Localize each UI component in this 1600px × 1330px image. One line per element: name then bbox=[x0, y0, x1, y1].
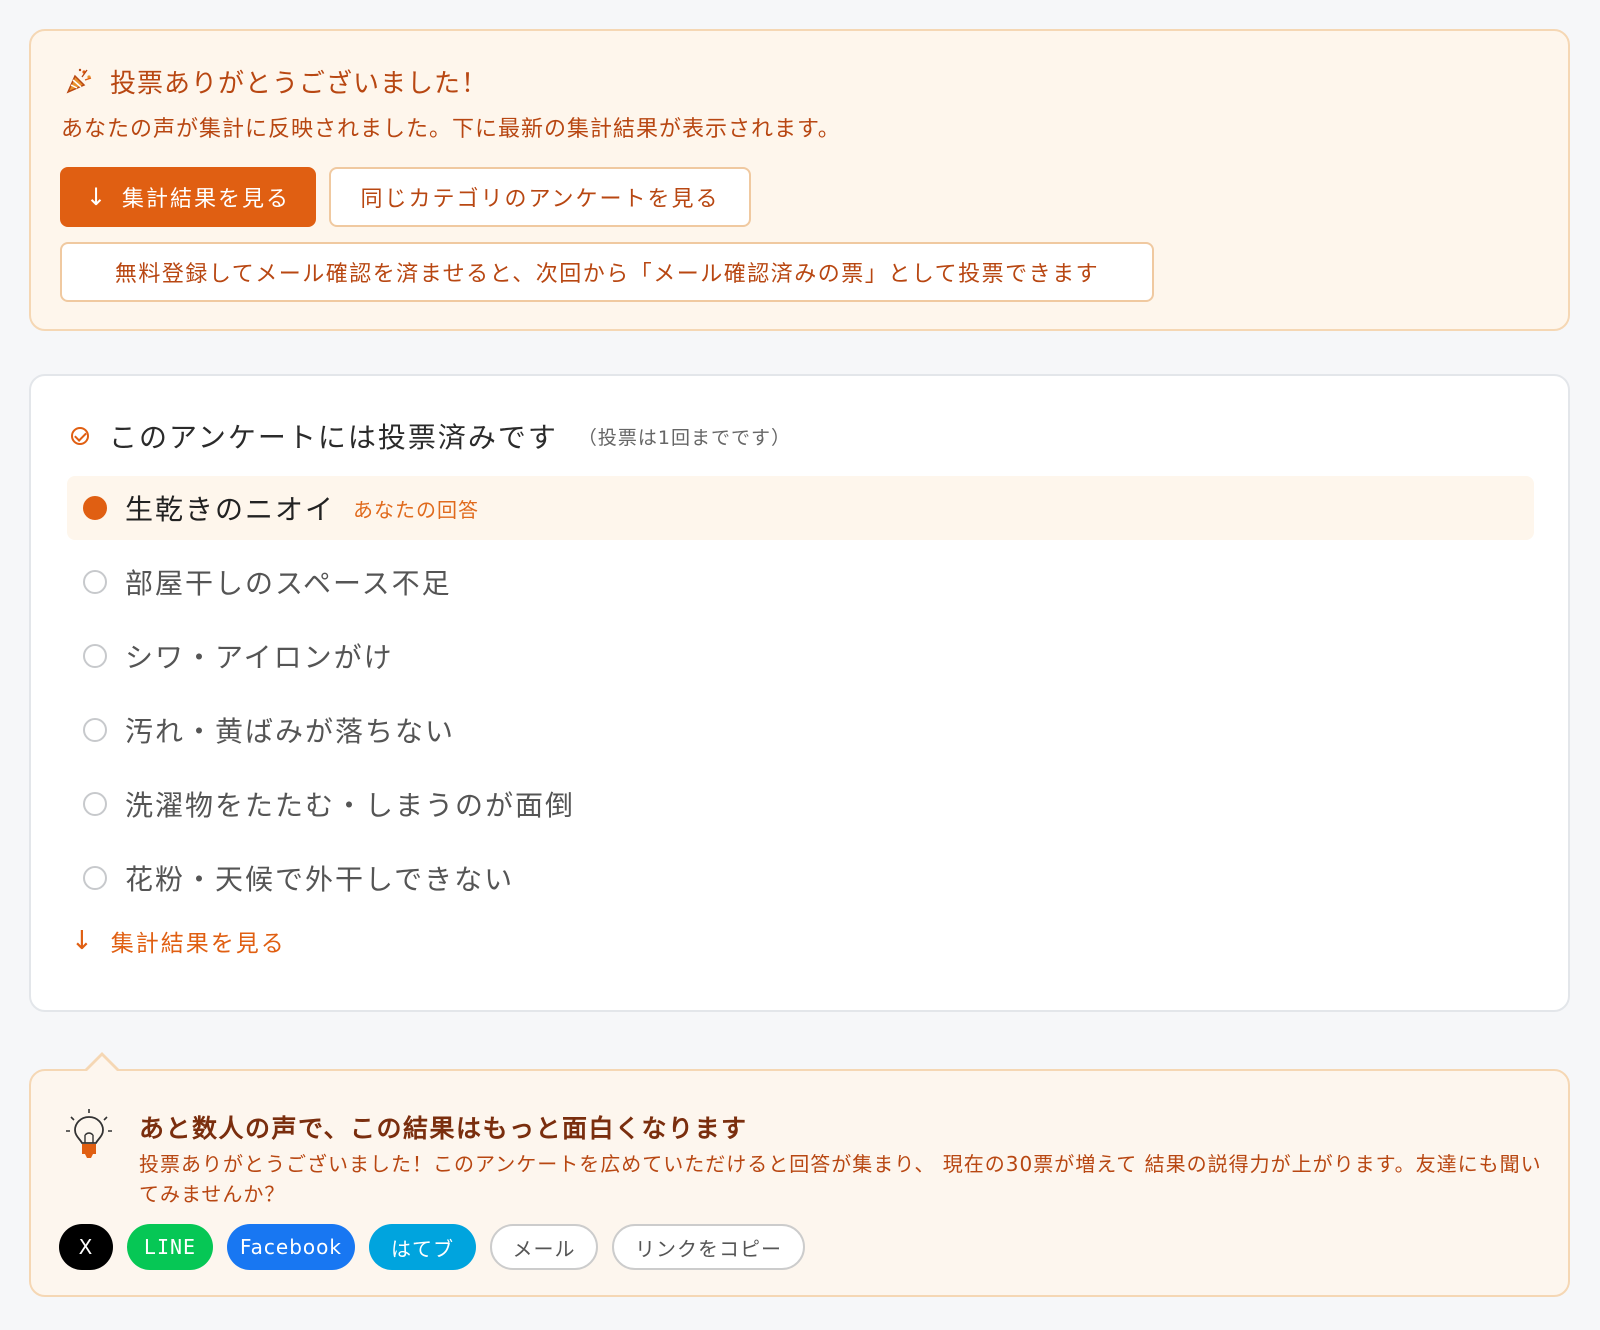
arrow-down-icon: ↓ bbox=[71, 926, 95, 956]
share-line-button[interactable]: LINE bbox=[127, 1224, 213, 1270]
radio-selected[interactable] bbox=[83, 496, 107, 520]
lightbulb-icon bbox=[66, 1109, 112, 1158]
poll-options: 生乾きのニオイ あなたの回答 部屋干しのスペース不足 シワ・アイロンがけ 汚れ・… bbox=[67, 476, 1534, 920]
share-card: あと数人の声で、この結果はもっと面白くなります 投票ありがとうございました！この… bbox=[29, 1069, 1570, 1297]
option-label: 洗濯物をたたむ・しまうのが面倒 bbox=[125, 789, 576, 822]
share-body: 投票ありがとうございました！このアンケートを広めていただけると回答が集まり、 現… bbox=[139, 1152, 1542, 1206]
same-category-label: 同じカテゴリのアンケートを見る bbox=[360, 187, 720, 212]
results-link-label: 集計結果を見る bbox=[110, 931, 286, 957]
poll-option[interactable]: シワ・アイロンがけ bbox=[67, 624, 1534, 688]
share-card-pointer-fill bbox=[86, 1056, 118, 1072]
radio[interactable] bbox=[83, 792, 107, 816]
poll-option[interactable]: 部屋干しのスペース不足 bbox=[67, 550, 1534, 614]
voted-status: このアンケートには投票済みです （投票は1回までです） bbox=[71, 416, 791, 456]
share-x-button[interactable]: X bbox=[59, 1224, 113, 1270]
poll-option[interactable]: 洗濯物をたたむ・しまうのが面倒 bbox=[67, 772, 1534, 836]
check-circle-icon bbox=[71, 427, 89, 445]
voted-note: （投票は1回までです） bbox=[577, 426, 791, 449]
same-category-button[interactable]: 同じカテゴリのアンケートを見る bbox=[329, 167, 751, 227]
share-hatena-button[interactable]: はてブ bbox=[369, 1224, 476, 1270]
share-title: あと数人の声で、この結果はもっと面白くなります bbox=[139, 1114, 748, 1143]
option-label: 部屋干しのスペース不足 bbox=[125, 567, 452, 600]
thanks-heading: 投票ありがとうございました！ bbox=[64, 63, 488, 99]
option-label: 花粉・天候で外干しできない bbox=[125, 863, 515, 896]
option-label: 汚れ・黄ばみが落ちない bbox=[125, 715, 456, 748]
share-buttons: X LINE Facebook はてブ メール リンクをコピー bbox=[59, 1224, 805, 1270]
poll-card: このアンケートには投票済みです （投票は1回までです） 生乾きのニオイ あなたの… bbox=[29, 374, 1570, 1012]
option-label: シワ・アイロンがけ bbox=[125, 641, 394, 674]
view-results-button[interactable]: ↓ 集計結果を見る bbox=[60, 167, 316, 227]
thanks-title: 投票ありがとうございました！ bbox=[110, 68, 489, 99]
radio[interactable] bbox=[83, 570, 107, 594]
register-button[interactable]: 無料登録してメール確認を済ませると、次回から「メール確認済みの票」として投票でき… bbox=[60, 242, 1154, 302]
thanks-message: あなたの声が集計に反映されました。下に最新の集計結果が表示されます。 bbox=[61, 117, 841, 142]
share-mail-button[interactable]: メール bbox=[490, 1224, 598, 1270]
arrow-down-icon: ↓ bbox=[85, 183, 109, 211]
thanks-card: 投票ありがとうございました！ あなたの声が集計に反映されました。下に最新の集計結… bbox=[29, 29, 1570, 331]
voted-text: このアンケートには投票済みです bbox=[109, 421, 558, 454]
party-popper-icon bbox=[66, 68, 92, 94]
poll-option[interactable]: 花粉・天候で外干しできない bbox=[67, 846, 1534, 910]
results-link[interactable]: ↓ 集計結果を見る bbox=[71, 921, 286, 961]
poll-option[interactable]: 生乾きのニオイ あなたの回答 bbox=[67, 476, 1534, 540]
copy-link-button[interactable]: リンクをコピー bbox=[612, 1224, 805, 1270]
radio[interactable] bbox=[83, 644, 107, 668]
poll-option[interactable]: 汚れ・黄ばみが落ちない bbox=[67, 698, 1534, 762]
share-facebook-button[interactable]: Facebook bbox=[227, 1224, 355, 1270]
radio[interactable] bbox=[83, 718, 107, 742]
register-label: 無料登録してメール確認を済ませると、次回から「メール確認済みの票」として投票でき… bbox=[114, 262, 1100, 287]
radio[interactable] bbox=[83, 866, 107, 890]
view-results-label: 集計結果を見る bbox=[122, 187, 291, 212]
option-label: 生乾きのニオイ bbox=[125, 493, 336, 526]
your-answer-badge: あなたの回答 bbox=[353, 497, 480, 522]
